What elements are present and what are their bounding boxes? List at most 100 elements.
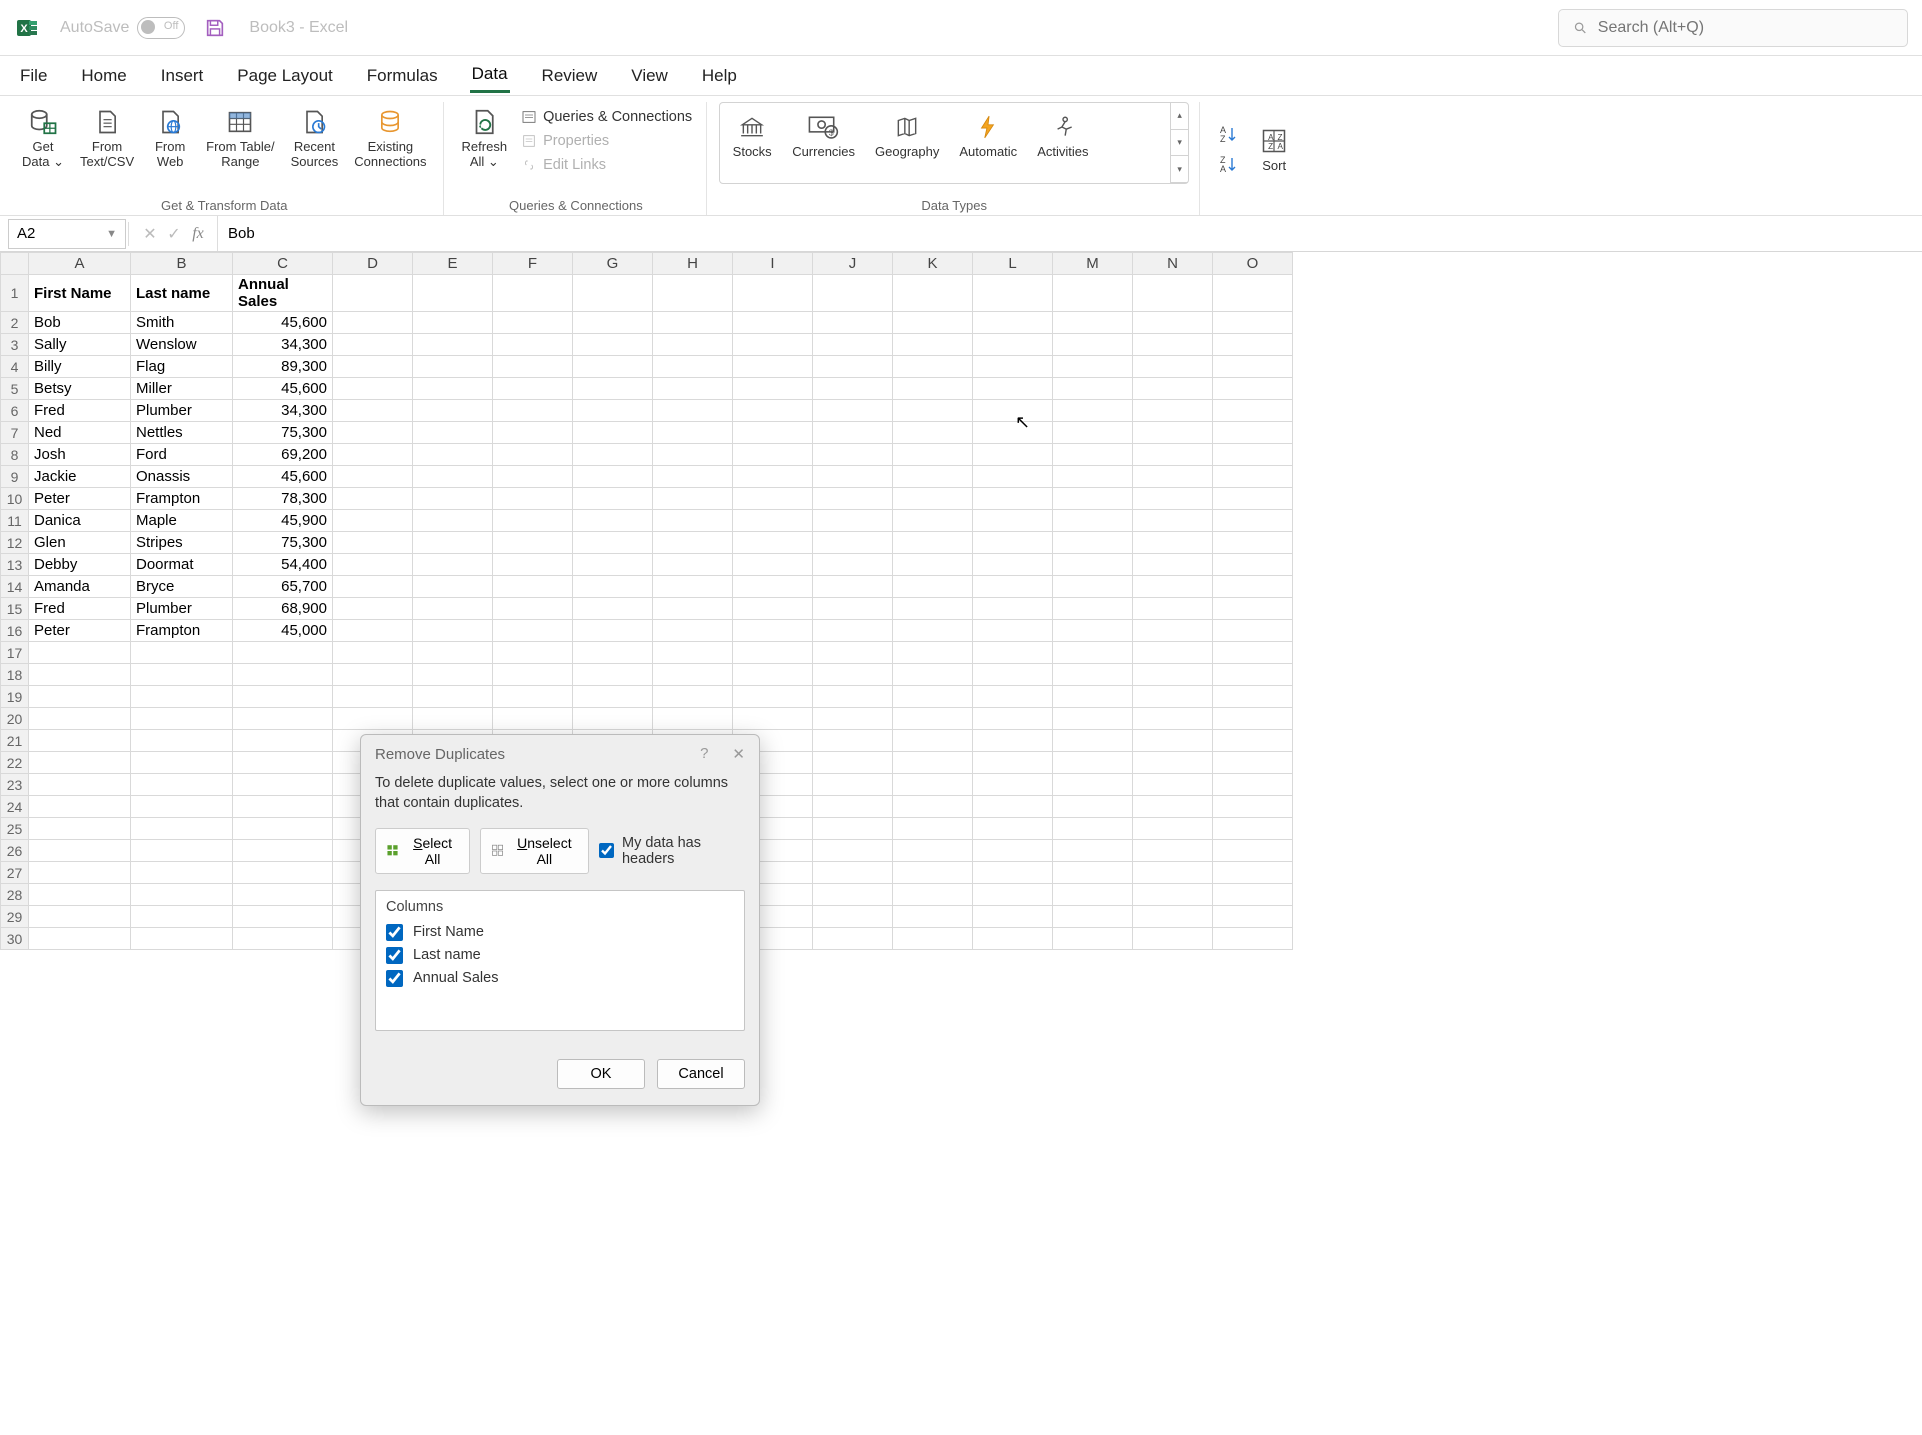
cell-K12[interactable] <box>893 532 973 554</box>
cell-N30[interactable] <box>1133 928 1213 950</box>
cell-N15[interactable] <box>1133 598 1213 620</box>
cell-J5[interactable] <box>813 378 893 400</box>
cell-C26[interactable] <box>233 840 333 862</box>
cell-C4[interactable]: 89,300 <box>233 356 333 378</box>
row-header-3[interactable]: 3 <box>1 334 29 356</box>
cell-F5[interactable] <box>493 378 573 400</box>
enter-formula-icon[interactable]: ✓ <box>165 224 183 244</box>
row-header-20[interactable]: 20 <box>1 708 29 730</box>
cell-E16[interactable] <box>413 620 493 642</box>
row-header-7[interactable]: 7 <box>1 422 29 444</box>
cell-C18[interactable] <box>233 664 333 686</box>
cell-I3[interactable] <box>733 334 813 356</box>
cell-O6[interactable] <box>1213 400 1293 422</box>
cell-J7[interactable] <box>813 422 893 444</box>
cell-H20[interactable] <box>653 708 733 730</box>
cell-N16[interactable] <box>1133 620 1213 642</box>
cell-A23[interactable] <box>29 774 131 796</box>
cell-M16[interactable] <box>1053 620 1133 642</box>
cell-F15[interactable] <box>493 598 573 620</box>
cell-N23[interactable] <box>1133 774 1213 796</box>
cell-J30[interactable] <box>813 928 893 950</box>
cell-H7[interactable] <box>653 422 733 444</box>
cell-H15[interactable] <box>653 598 733 620</box>
cell-O27[interactable] <box>1213 862 1293 884</box>
cell-K3[interactable] <box>893 334 973 356</box>
cell-J2[interactable] <box>813 312 893 334</box>
cell-I15[interactable] <box>733 598 813 620</box>
headers-checkbox-row[interactable]: My data has headers <box>599 835 745 867</box>
cell-K2[interactable] <box>893 312 973 334</box>
cell-K11[interactable] <box>893 510 973 532</box>
col-header-D[interactable]: D <box>333 253 413 275</box>
cell-G5[interactable] <box>573 378 653 400</box>
tab-insert[interactable]: Insert <box>159 60 206 92</box>
cell-C28[interactable] <box>233 884 333 906</box>
cell-F16[interactable] <box>493 620 573 642</box>
cell-B15[interactable]: Plumber <box>131 598 233 620</box>
cell-B7[interactable]: Nettles <box>131 422 233 444</box>
row-header-10[interactable]: 10 <box>1 488 29 510</box>
column-item-1[interactable]: Last name <box>386 944 734 967</box>
cell-M5[interactable] <box>1053 378 1133 400</box>
cell-J14[interactable] <box>813 576 893 598</box>
row-header-24[interactable]: 24 <box>1 796 29 818</box>
cell-H10[interactable] <box>653 488 733 510</box>
cell-G14[interactable] <box>573 576 653 598</box>
cell-A1[interactable]: First Name <box>29 275 131 312</box>
cell-C10[interactable]: 78,300 <box>233 488 333 510</box>
cell-I20[interactable] <box>733 708 813 730</box>
cell-F14[interactable] <box>493 576 573 598</box>
cell-G4[interactable] <box>573 356 653 378</box>
cell-C8[interactable]: 69,200 <box>233 444 333 466</box>
cell-N1[interactable] <box>1133 275 1213 312</box>
cell-L15[interactable] <box>973 598 1053 620</box>
formula-input[interactable]: Bob <box>217 216 1922 251</box>
cell-F8[interactable] <box>493 444 573 466</box>
cell-M8[interactable] <box>1053 444 1133 466</box>
cell-O30[interactable] <box>1213 928 1293 950</box>
activities-type[interactable]: Activities <box>1031 107 1094 164</box>
cell-M11[interactable] <box>1053 510 1133 532</box>
row-header-26[interactable]: 26 <box>1 840 29 862</box>
cell-A24[interactable] <box>29 796 131 818</box>
cell-A20[interactable] <box>29 708 131 730</box>
cell-O21[interactable] <box>1213 730 1293 752</box>
search-input[interactable] <box>1598 19 1893 37</box>
cell-O2[interactable] <box>1213 312 1293 334</box>
cell-G12[interactable] <box>573 532 653 554</box>
cancel-formula-icon[interactable]: ✕ <box>141 224 159 244</box>
cell-K22[interactable] <box>893 752 973 774</box>
cell-A8[interactable]: Josh <box>29 444 131 466</box>
cell-H3[interactable] <box>653 334 733 356</box>
cell-H1[interactable] <box>653 275 733 312</box>
cell-M28[interactable] <box>1053 884 1133 906</box>
row-header-5[interactable]: 5 <box>1 378 29 400</box>
cell-F19[interactable] <box>493 686 573 708</box>
row-header-1[interactable]: 1 <box>1 275 29 312</box>
cell-E8[interactable] <box>413 444 493 466</box>
cell-D11[interactable] <box>333 510 413 532</box>
cell-N9[interactable] <box>1133 466 1213 488</box>
cell-G2[interactable] <box>573 312 653 334</box>
automatic-type[interactable]: Automatic <box>953 107 1023 164</box>
cell-J16[interactable] <box>813 620 893 642</box>
cell-M27[interactable] <box>1053 862 1133 884</box>
cell-H11[interactable] <box>653 510 733 532</box>
cell-E3[interactable] <box>413 334 493 356</box>
cell-K6[interactable] <box>893 400 973 422</box>
cell-G6[interactable] <box>573 400 653 422</box>
cell-J23[interactable] <box>813 774 893 796</box>
cell-L28[interactable] <box>973 884 1053 906</box>
cell-F7[interactable] <box>493 422 573 444</box>
cell-J10[interactable] <box>813 488 893 510</box>
cell-I18[interactable] <box>733 664 813 686</box>
col-header-G[interactable]: G <box>573 253 653 275</box>
cell-A4[interactable]: Billy <box>29 356 131 378</box>
cell-L7[interactable] <box>973 422 1053 444</box>
cell-O17[interactable] <box>1213 642 1293 664</box>
cell-O12[interactable] <box>1213 532 1293 554</box>
sort-asc-button[interactable]: AZ <box>1212 121 1244 147</box>
cell-G15[interactable] <box>573 598 653 620</box>
cell-B5[interactable]: Miller <box>131 378 233 400</box>
